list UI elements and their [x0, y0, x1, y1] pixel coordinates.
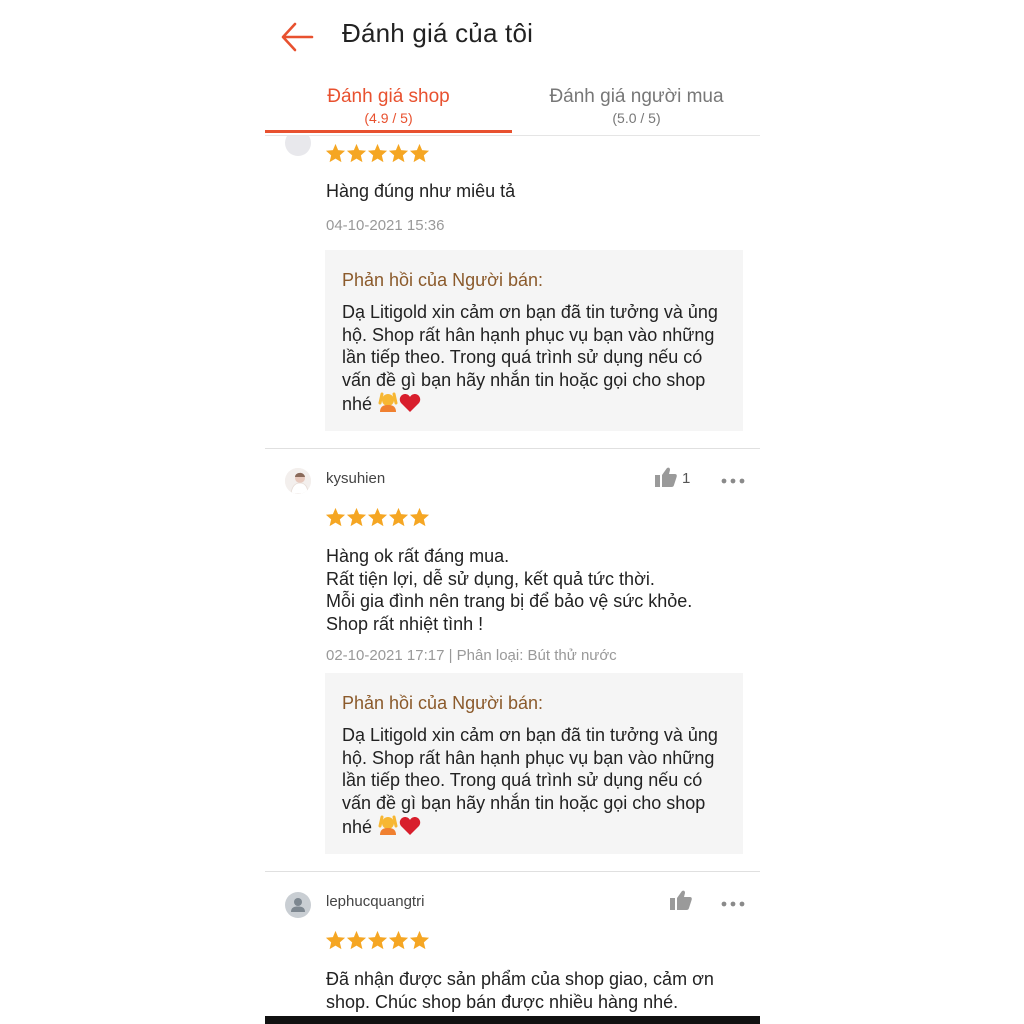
- arrow-left-icon: [281, 22, 314, 52]
- thumb-up-icon: [655, 467, 677, 487]
- review-line: Shop rất nhiệt tình !: [326, 613, 484, 634]
- tab-buyer-reviews[interactable]: Đánh giá người mua (5.0 / 5): [513, 78, 760, 134]
- more-horizontal-icon: [721, 901, 745, 907]
- rating-stars: [325, 930, 430, 950]
- thumb-up-icon: [670, 890, 692, 910]
- star-icon: [409, 507, 430, 527]
- review-meta: 02-10-2021 17:17 | Phân loại: Bút thử nư…: [326, 647, 617, 664]
- star-icon: [346, 930, 367, 950]
- review-content: Đã nhận được sản phẩm của shop giao, cảm…: [326, 969, 714, 1012]
- star-icon: [367, 930, 388, 950]
- like-button[interactable]: [655, 467, 677, 492]
- raising-hands-emoji-icon: [377, 391, 399, 419]
- user-photo-icon: [285, 468, 311, 494]
- tab-shop-reviews[interactable]: Đánh giá shop (4.9 / 5): [265, 78, 512, 134]
- app-screen: Đánh giá của tôi Đánh giá shop (4.9 / 5)…: [265, 0, 760, 1024]
- like-button[interactable]: [670, 890, 692, 915]
- rating-stars: [325, 143, 430, 163]
- header-bar: Đánh giá của tôi: [265, 0, 760, 74]
- username: kysuhien: [326, 470, 386, 487]
- star-icon: [367, 143, 388, 163]
- red-heart-emoji-icon: [399, 393, 421, 419]
- review-content: Hàng đúng như miêu tả: [326, 181, 516, 201]
- like-count: 1: [682, 470, 691, 487]
- avatar: [285, 468, 311, 494]
- review-line: Rất tiện lợi, dễ sử dụng, kết quả tức th…: [326, 568, 655, 589]
- star-icon: [409, 143, 430, 163]
- more-horizontal-icon: [721, 478, 745, 484]
- star-icon: [325, 507, 346, 527]
- avatar: [285, 136, 311, 156]
- star-icon: [388, 930, 409, 950]
- rating-stars: [325, 507, 430, 527]
- red-heart-emoji-icon: [399, 816, 421, 842]
- seller-reply-title: Phản hồi của Người bán:: [342, 693, 543, 713]
- more-options-button[interactable]: [721, 892, 745, 913]
- star-icon: [325, 930, 346, 950]
- seller-reply: Phản hồi của Người bán: Dạ Litigold xin …: [325, 250, 743, 431]
- raising-hands-emoji-icon: [377, 814, 399, 842]
- review-line: Hàng ok rất đáng mua.: [326, 546, 510, 566]
- back-button[interactable]: [279, 20, 319, 54]
- seller-reply-text: Dạ Litigold xin cảm ơn bạn đã tin tưởng …: [342, 724, 732, 842]
- star-icon: [346, 507, 367, 527]
- seller-reply-text: Dạ Litigold xin cảm ơn bạn đã tin tưởng …: [342, 301, 732, 419]
- username: lephucquangtri: [326, 893, 425, 910]
- star-icon: [325, 143, 346, 163]
- review-item: lephucquangtri Đã nhận được sản phẩm của…: [265, 872, 760, 1016]
- bottom-edge-bar: [265, 1016, 760, 1024]
- active-tab-indicator: [265, 130, 512, 133]
- review-item: Hàng đúng như miêu tả 04-10-2021 15:36 P…: [265, 136, 760, 450]
- seller-reply: Phản hồi của Người bán: Dạ Litigold xin …: [325, 673, 743, 854]
- user-avatar-icon: [291, 898, 305, 912]
- avatar: [285, 892, 311, 918]
- tab-score: (5.0 / 5): [612, 110, 661, 126]
- star-icon: [367, 507, 388, 527]
- seller-reply-title: Phản hồi của Người bán:: [342, 270, 543, 290]
- tab-label: Đánh giá shop: [327, 86, 450, 107]
- tab-score: (4.9 / 5): [364, 110, 413, 126]
- page-title: Đánh giá của tôi: [342, 18, 534, 48]
- star-icon: [388, 507, 409, 527]
- review-list[interactable]: Hàng đúng như miêu tả 04-10-2021 15:36 P…: [265, 136, 760, 1016]
- tab-label: Đánh giá người mua: [549, 86, 724, 107]
- star-icon: [409, 930, 430, 950]
- review-content: Hàng ok rất đáng mua. Rất tiện lợi, dễ s…: [326, 545, 746, 635]
- review-meta: 04-10-2021 15:36: [326, 217, 445, 234]
- star-icon: [388, 143, 409, 163]
- star-icon: [346, 143, 367, 163]
- tab-bar: Đánh giá shop (4.9 / 5) Đánh giá người m…: [265, 78, 760, 136]
- review-line: Mỗi gia đình nên trang bị để bảo vệ sức …: [326, 591, 693, 611]
- more-options-button[interactable]: [721, 469, 745, 490]
